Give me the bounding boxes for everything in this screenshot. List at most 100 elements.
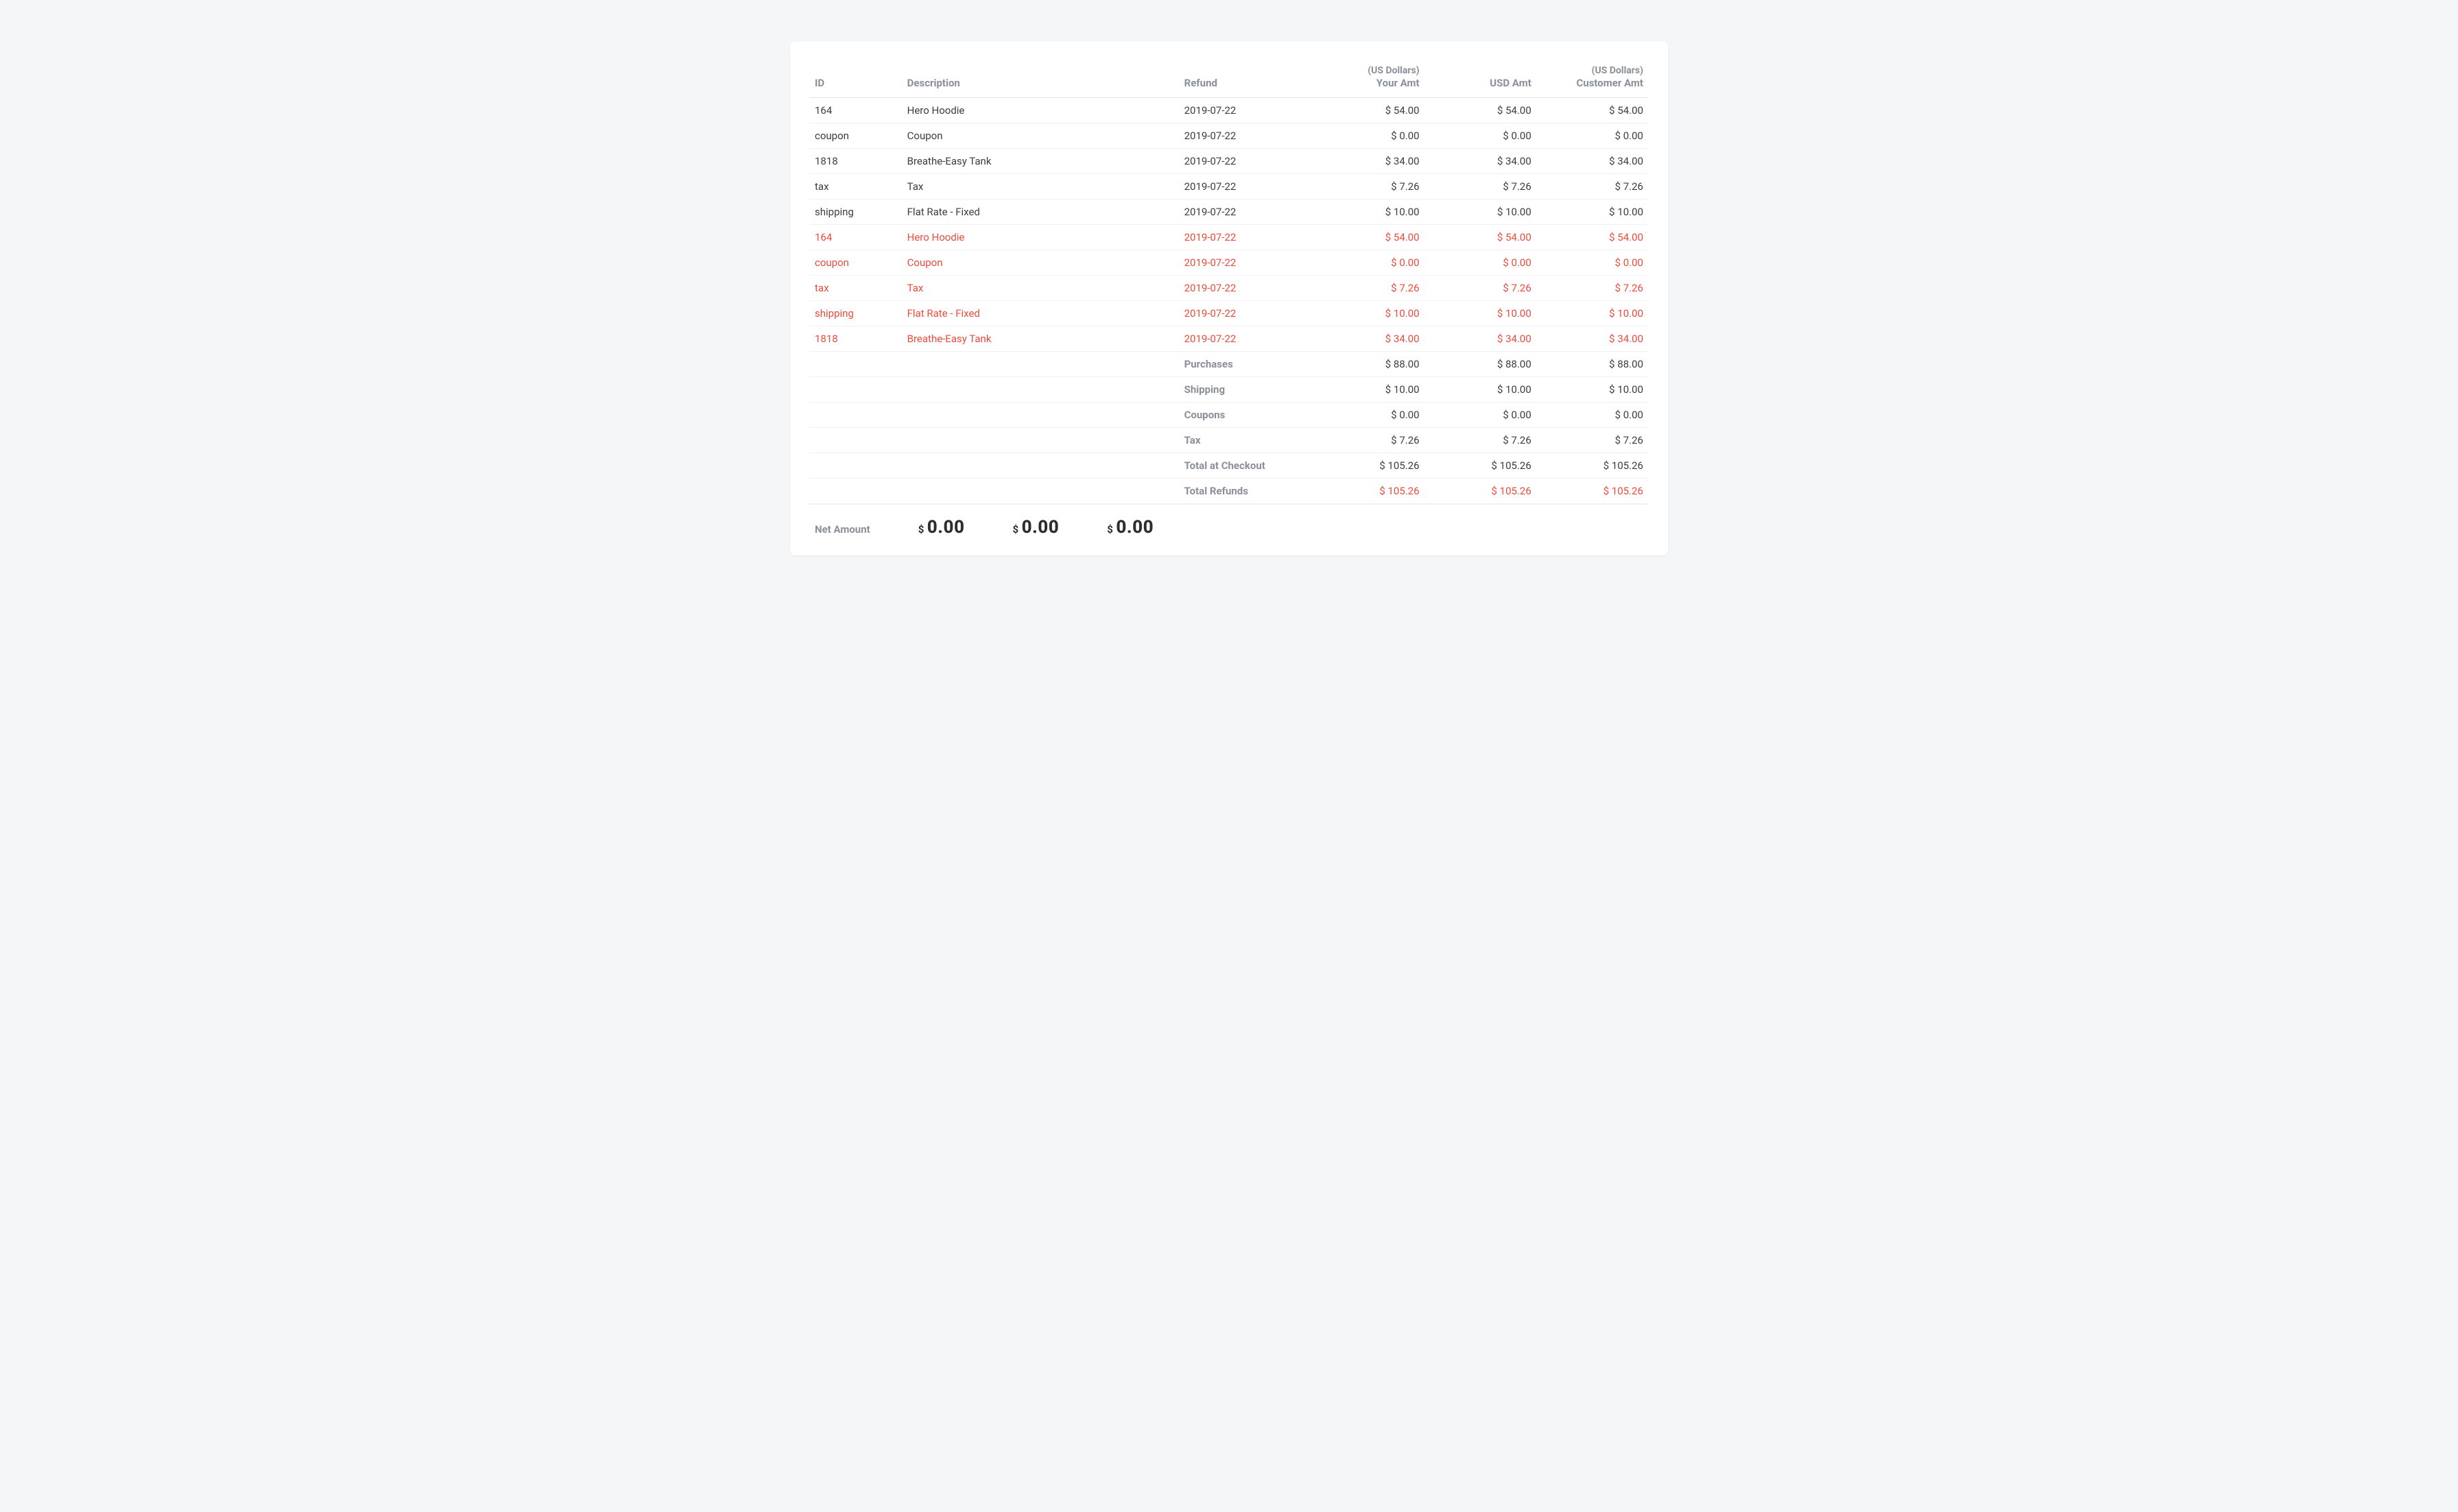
header-your-amt-sub: (US Dollars) — [1318, 64, 1419, 77]
header-customer-amt-sub: (US Dollars) — [1542, 64, 1643, 77]
row-description: Flat Rate - Fixed — [902, 301, 1179, 326]
summary-your-amt: $ 10.00 — [1313, 377, 1424, 403]
net-amount-row: Net Amount $0.00 $0.00 $0.00 — [809, 504, 1649, 542]
header-id: ID — [809, 58, 902, 98]
summary-blank — [809, 377, 902, 403]
summary-label: Tax — [1179, 428, 1313, 453]
summary-your-amt: $ 0.00 — [1313, 403, 1424, 428]
row-description: Tax — [902, 276, 1179, 301]
net-cust-value: 0.00 — [1116, 517, 1154, 538]
row-customer-amt: $ 34.00 — [1537, 149, 1649, 174]
header-your-amt: (US Dollars) Your Amt — [1313, 58, 1424, 98]
summary-row: Shipping$ 10.00$ 10.00$ 10.00 — [809, 377, 1649, 403]
table-row: 164Hero Hoodie2019-07-22$ 54.00$ 54.00$ … — [809, 225, 1649, 250]
header-customer-amt: (US Dollars) Customer Amt — [1537, 58, 1649, 98]
row-customer-amt: $ 10.00 — [1537, 200, 1649, 225]
summary-usd-amt: $ 10.00 — [1425, 377, 1537, 403]
row-id: coupon — [809, 123, 902, 149]
summary-row: Coupons$ 0.00$ 0.00$ 0.00 — [809, 403, 1649, 428]
row-your-amt: $ 54.00 — [1313, 225, 1424, 250]
summary-usd-amt: $ 7.26 — [1425, 428, 1537, 453]
summary-usd-amt: $ 105.26 — [1425, 479, 1537, 504]
row-usd-amt: $ 10.00 — [1425, 200, 1537, 225]
net-amount-your: $0.00 — [918, 517, 965, 538]
summary-customer-amt: $ 105.26 — [1537, 453, 1649, 479]
row-description: Flat Rate - Fixed — [902, 200, 1179, 225]
net-currency: $ — [1107, 523, 1113, 536]
row-refund-date: 2019-07-22 — [1179, 301, 1313, 326]
row-customer-amt: $ 7.26 — [1537, 276, 1649, 301]
table-row: 1818Breathe-Easy Tank2019-07-22$ 34.00$ … — [809, 149, 1649, 174]
summary-your-amt: $ 105.26 — [1313, 453, 1424, 479]
row-usd-amt: $ 10.00 — [1425, 301, 1537, 326]
table-row: couponCoupon2019-07-22$ 0.00$ 0.00$ 0.00 — [809, 250, 1649, 276]
table-row: shippingFlat Rate - Fixed2019-07-22$ 10.… — [809, 200, 1649, 225]
row-refund-date: 2019-07-22 — [1179, 123, 1313, 149]
row-description: Coupon — [902, 123, 1179, 149]
net-currency: $ — [918, 523, 924, 536]
row-customer-amt: $ 34.00 — [1537, 326, 1649, 352]
row-refund-date: 2019-07-22 — [1179, 326, 1313, 352]
summary-blank — [902, 428, 1179, 453]
summary-label: Shipping — [1179, 377, 1313, 403]
row-your-amt: $ 7.26 — [1313, 174, 1424, 200]
row-customer-amt: $ 54.00 — [1537, 225, 1649, 250]
summary-blank — [902, 453, 1179, 479]
row-id: tax — [809, 276, 902, 301]
row-refund-date: 2019-07-22 — [1179, 174, 1313, 200]
summary-row: Tax$ 7.26$ 7.26$ 7.26 — [809, 428, 1649, 453]
summary-your-amt: $ 7.26 — [1313, 428, 1424, 453]
summary-label: Purchases — [1179, 352, 1313, 377]
row-refund-date: 2019-07-22 — [1179, 225, 1313, 250]
summary-row: Purchases$ 88.00$ 88.00$ 88.00 — [809, 352, 1649, 377]
row-customer-amt: $ 10.00 — [1537, 301, 1649, 326]
row-description: Hero Hoodie — [902, 225, 1179, 250]
summary-your-amt: $ 88.00 — [1313, 352, 1424, 377]
summary-row: Total Refunds$ 105.26$ 105.26$ 105.26 — [809, 479, 1649, 504]
summary-usd-amt: $ 0.00 — [1425, 403, 1537, 428]
header-your-amt-label: Your Amt — [1376, 77, 1420, 89]
row-usd-amt: $ 54.00 — [1425, 225, 1537, 250]
row-your-amt: $ 34.00 — [1313, 149, 1424, 174]
row-id: 1818 — [809, 326, 902, 352]
summary-your-amt: $ 105.26 — [1313, 479, 1424, 504]
table-body: 164Hero Hoodie2019-07-22$ 54.00$ 54.00$ … — [809, 98, 1649, 504]
header-description: Description — [902, 58, 1179, 98]
summary-label: Total at Checkout — [1179, 453, 1313, 479]
summary-customer-amt: $ 10.00 — [1537, 377, 1649, 403]
summary-customer-amt: $ 88.00 — [1537, 352, 1649, 377]
summary-blank — [902, 377, 1179, 403]
row-refund-date: 2019-07-22 — [1179, 250, 1313, 276]
summary-blank — [902, 403, 1179, 428]
summary-blank — [809, 352, 902, 377]
table-header-row: ID Description Refund (US Dollars) Your … — [809, 58, 1649, 98]
row-customer-amt: $ 54.00 — [1537, 98, 1649, 123]
header-refund: Refund — [1179, 58, 1313, 98]
row-usd-amt: $ 0.00 — [1425, 123, 1537, 149]
row-your-amt: $ 0.00 — [1313, 250, 1424, 276]
summary-customer-amt: $ 105.26 — [1537, 479, 1649, 504]
summary-label: Total Refunds — [1179, 479, 1313, 504]
row-your-amt: $ 10.00 — [1313, 301, 1424, 326]
row-your-amt: $ 0.00 — [1313, 123, 1424, 149]
row-refund-date: 2019-07-22 — [1179, 276, 1313, 301]
row-description: Coupon — [902, 250, 1179, 276]
table-row: 164Hero Hoodie2019-07-22$ 54.00$ 54.00$ … — [809, 98, 1649, 123]
row-refund-date: 2019-07-22 — [1179, 149, 1313, 174]
row-your-amt: $ 10.00 — [1313, 200, 1424, 225]
row-id: shipping — [809, 301, 902, 326]
row-description: Breathe-Easy Tank — [902, 326, 1179, 352]
summary-blank — [902, 352, 1179, 377]
row-usd-amt: $ 0.00 — [1425, 250, 1537, 276]
row-customer-amt: $ 7.26 — [1537, 174, 1649, 200]
net-your-value: 0.00 — [927, 517, 965, 538]
net-amount-usd: $0.00 — [1012, 517, 1059, 538]
summary-row: Total at Checkout$ 105.26$ 105.26$ 105.2… — [809, 453, 1649, 479]
summary-blank — [809, 479, 902, 504]
header-customer-amt-label: Customer Amt — [1577, 77, 1644, 89]
table-row: shippingFlat Rate - Fixed2019-07-22$ 10.… — [809, 301, 1649, 326]
row-your-amt: $ 54.00 — [1313, 98, 1424, 123]
summary-label: Coupons — [1179, 403, 1313, 428]
net-currency: $ — [1012, 523, 1018, 536]
summary-blank — [809, 403, 902, 428]
